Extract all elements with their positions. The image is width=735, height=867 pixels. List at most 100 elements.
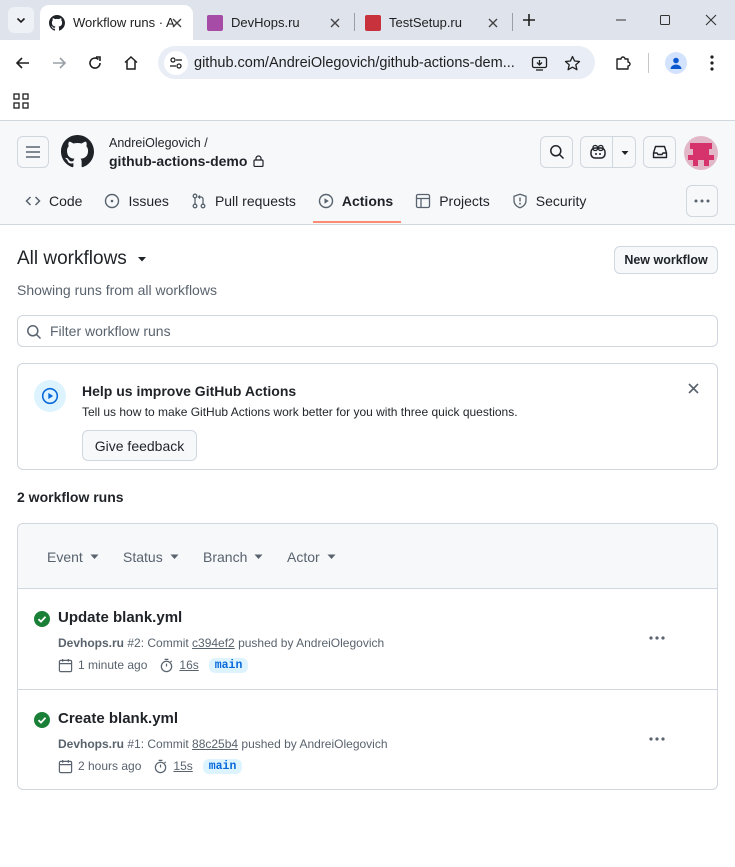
tab-projects[interactable]: Projects	[407, 183, 498, 219]
close-window-button[interactable]	[701, 10, 721, 30]
status-filter-dropdown[interactable]: Status	[123, 549, 179, 565]
actor-filter-dropdown[interactable]: Actor	[287, 549, 336, 565]
extensions-button[interactable]	[611, 51, 635, 75]
install-icon	[531, 56, 547, 71]
url-text[interactable]: github.com/AndreiOlegovich/github-action…	[194, 55, 514, 71]
triangle-down-icon	[90, 554, 99, 560]
site-info-button[interactable]	[164, 51, 188, 75]
apps-grid-icon[interactable]	[13, 93, 29, 109]
run-number: #2: Commit	[124, 636, 193, 650]
triangle-down-icon	[137, 255, 147, 263]
triangle-down-icon[interactable]	[620, 149, 630, 157]
reload-button[interactable]	[83, 51, 107, 75]
bookmark-star-button[interactable]	[563, 54, 581, 72]
tab-label: Security	[535, 193, 587, 209]
forward-button[interactable]	[47, 51, 71, 75]
browser-menu-button[interactable]	[700, 51, 724, 75]
commit-link[interactable]: c394ef2	[192, 636, 235, 650]
filter-workflow-runs[interactable]	[17, 315, 718, 347]
event-filter-dropdown[interactable]: Event	[47, 549, 99, 565]
pushed-by: pushed by AndreiOlegovich	[238, 737, 388, 751]
tab-label: Pull requests	[214, 193, 296, 209]
address-bar[interactable]: github.com/AndreiOlegovich/github-action…	[158, 46, 595, 79]
global-nav-button[interactable]	[17, 136, 49, 168]
tab-search-button[interactable]	[8, 7, 34, 33]
run-number: #1: Commit	[124, 737, 193, 751]
tab-security[interactable]: Security	[504, 183, 595, 219]
repo-owner-link[interactable]: AndreiOlegovich /	[109, 136, 208, 150]
run-actions-menu-button[interactable]	[647, 628, 667, 648]
copilot-icon	[590, 144, 606, 159]
back-button[interactable]	[11, 51, 35, 75]
banner-title: Help us improve GitHub Actions	[82, 383, 297, 399]
browser-toolbar: github.com/AndreiOlegovich/github-action…	[0, 40, 735, 86]
triangle-down-icon	[327, 554, 336, 560]
run-actions-menu-button[interactable]	[647, 729, 667, 749]
workflow-name[interactable]: Devhops.ru	[58, 636, 124, 650]
install-app-button[interactable]	[530, 54, 548, 72]
person-icon	[670, 57, 682, 69]
browser-tab-devhops[interactable]: DevHops.ru	[198, 5, 351, 40]
tab-separator	[512, 13, 513, 31]
stopwatch-icon	[153, 759, 168, 774]
run-title-link[interactable]: Update blank.yml	[58, 609, 182, 626]
branch-label[interactable]: main	[208, 657, 249, 673]
triangle-down-icon	[170, 554, 179, 560]
new-tab-button[interactable]	[518, 9, 540, 31]
maximize-icon	[660, 15, 670, 25]
kebab-horizontal-icon	[649, 737, 665, 741]
minimize-button[interactable]	[611, 10, 631, 30]
bookmarks-bar	[0, 86, 735, 121]
browser-tab-testsetup[interactable]: TestSetup.ru	[356, 5, 509, 40]
branch-label[interactable]: main	[202, 758, 243, 774]
run-details: 2 hours ago 15s main	[58, 757, 243, 775]
inbox-button[interactable]	[643, 136, 676, 168]
new-workflow-button[interactable]: New workflow	[614, 246, 718, 274]
page-title[interactable]: All workflows	[17, 248, 127, 270]
close-icon	[687, 382, 699, 394]
list-item[interactable]: Create blank.yml Devhops.ru #1: Commit 8…	[18, 689, 717, 789]
run-duration[interactable]: 15s	[173, 759, 192, 773]
workflow-selector[interactable]: All workflows	[17, 248, 147, 270]
github-logo-icon[interactable]	[61, 135, 94, 168]
maximize-button[interactable]	[655, 10, 675, 30]
branch-filter-dropdown[interactable]: Branch	[203, 549, 263, 565]
search-icon	[26, 324, 42, 340]
repo-name-link[interactable]: github-actions-demo	[109, 153, 265, 169]
list-item[interactable]: Update blank.yml Devhops.ru #2: Commit c…	[18, 589, 717, 689]
run-title-link[interactable]: Create blank.yml	[58, 710, 178, 727]
user-avatar[interactable]	[684, 136, 718, 170]
search-button[interactable]	[540, 136, 573, 168]
stopwatch-icon	[159, 658, 174, 673]
give-feedback-button[interactable]: Give feedback	[82, 430, 197, 461]
profile-button[interactable]	[665, 52, 687, 74]
close-tab-icon[interactable]	[169, 15, 185, 31]
repo-nav-more-button[interactable]	[686, 185, 718, 217]
browser-tab-workflow-runs[interactable]: Workflow runs · A	[40, 5, 193, 40]
run-duration[interactable]: 16s	[179, 658, 198, 672]
home-button[interactable]	[119, 51, 143, 75]
dismiss-banner-button[interactable]	[685, 380, 701, 396]
arrow-left-icon	[15, 57, 29, 69]
page-subtitle: Showing runs from all workflows	[17, 282, 217, 298]
minimize-icon	[616, 19, 626, 21]
check-circle-fill-icon	[34, 611, 50, 627]
commit-link[interactable]: 88c25b4	[192, 737, 238, 751]
run-time: 1 minute ago	[78, 658, 148, 672]
tab-pull-requests[interactable]: Pull requests	[183, 183, 304, 219]
tab-actions[interactable]: Actions	[310, 183, 401, 219]
workflow-name[interactable]: Devhops.ru	[58, 737, 124, 751]
testsetup-favicon-icon	[365, 14, 381, 31]
close-tab-icon[interactable]	[327, 15, 343, 31]
selected-tab-underline	[313, 221, 401, 223]
tab-code[interactable]: Code	[17, 183, 90, 219]
workflow-runs-list: Event Status Branch Actor Update blank.y…	[17, 523, 718, 790]
close-tab-icon[interactable]	[485, 15, 501, 31]
tab-title: TestSetup.ru	[389, 15, 462, 30]
run-meta: Devhops.ru #1: Commit 88c25b4 pushed by …	[58, 737, 388, 751]
tab-issues[interactable]: Issues	[96, 183, 176, 219]
home-icon	[124, 55, 138, 70]
copilot-button[interactable]	[580, 136, 636, 168]
filter-input[interactable]	[50, 316, 700, 346]
repo-name[interactable]: github-actions-demo	[109, 153, 247, 169]
